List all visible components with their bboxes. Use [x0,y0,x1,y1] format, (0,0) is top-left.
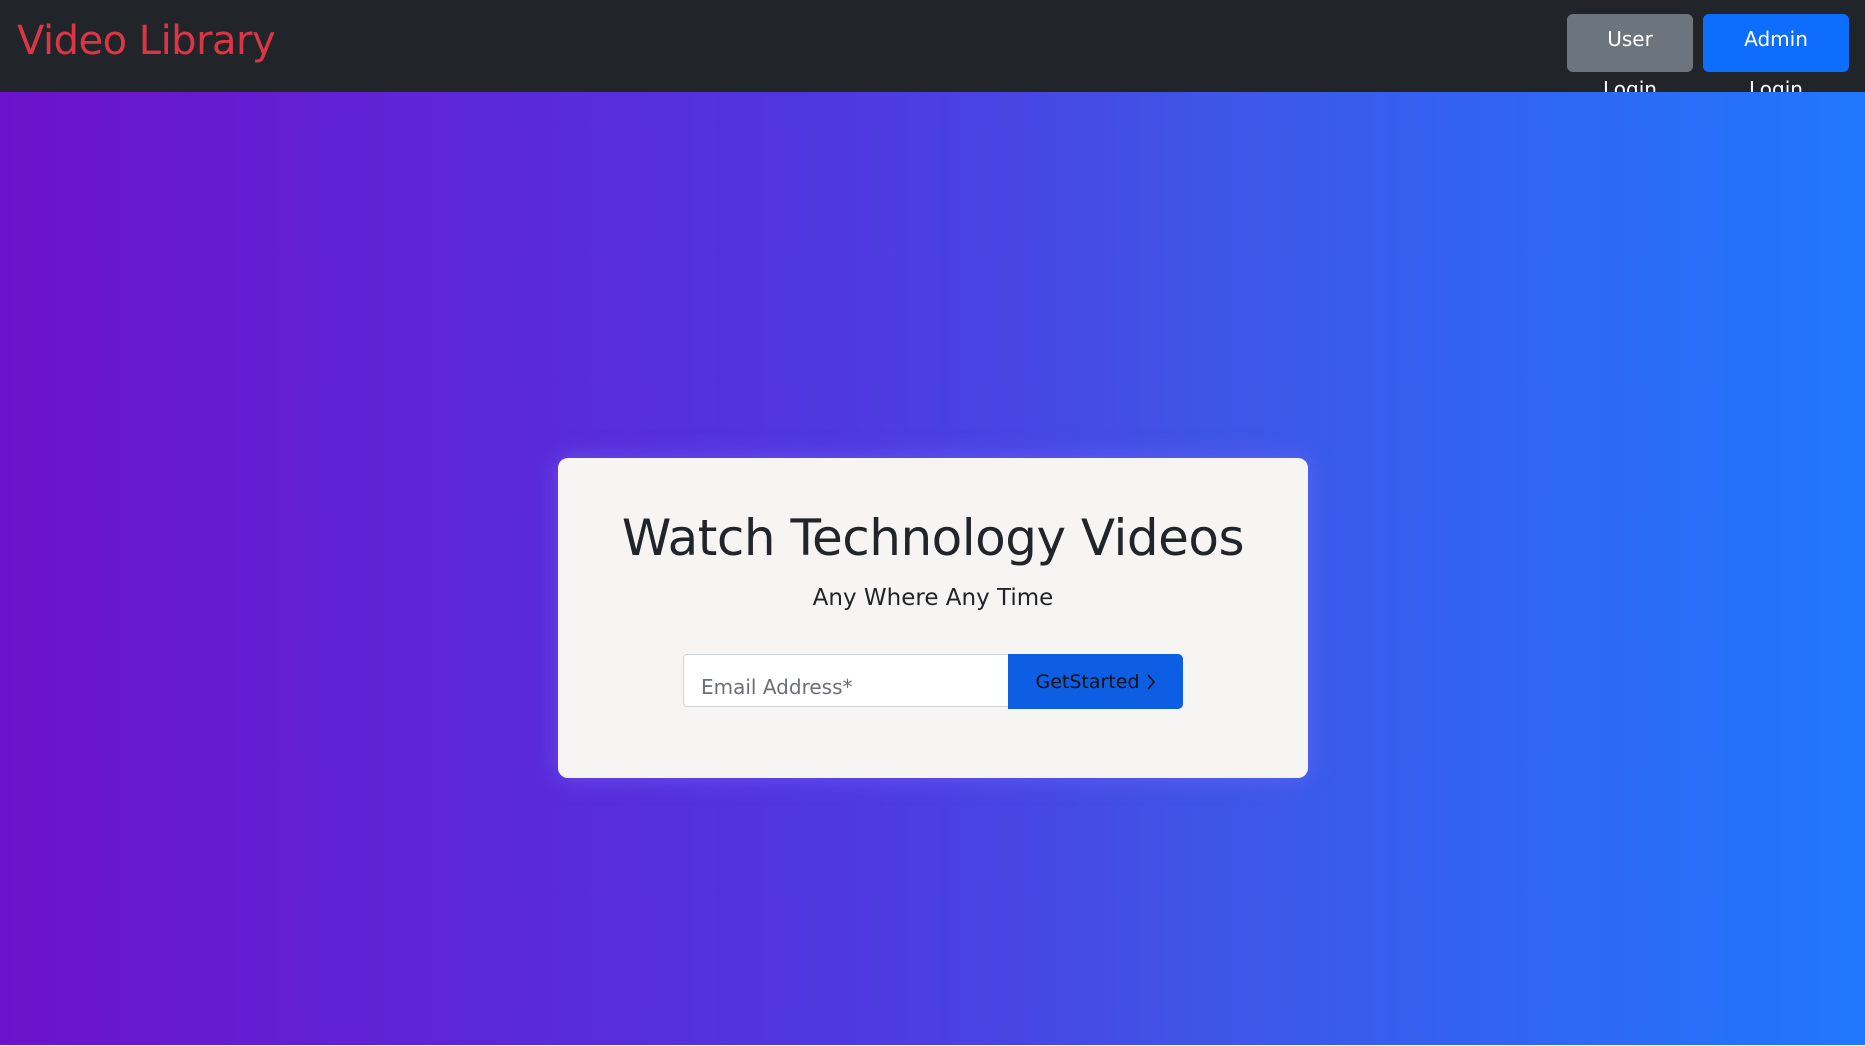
get-started-label: GetStarted [1035,670,1140,693]
hero-subtitle: Any Where Any Time [812,585,1054,611]
email-input[interactable] [683,654,1008,707]
user-login-button[interactable]: User Login [1567,14,1693,101]
page: Video Library User Login Admin Login Wat… [0,0,1865,1046]
get-started-button[interactable]: GetStarted [1008,654,1183,709]
chevron-right-icon [1146,673,1155,690]
brand-logo-text[interactable]: Video Library [17,17,276,65]
email-signup-group: GetStarted [683,654,1183,710]
admin-login-button[interactable]: Admin Login [1703,14,1849,101]
hero-title: Watch Technology Videos [621,509,1245,567]
signup-card: Watch Technology Videos Any Where Any Ti… [558,458,1308,778]
top-navbar: Video Library User Login Admin Login [0,0,1865,101]
